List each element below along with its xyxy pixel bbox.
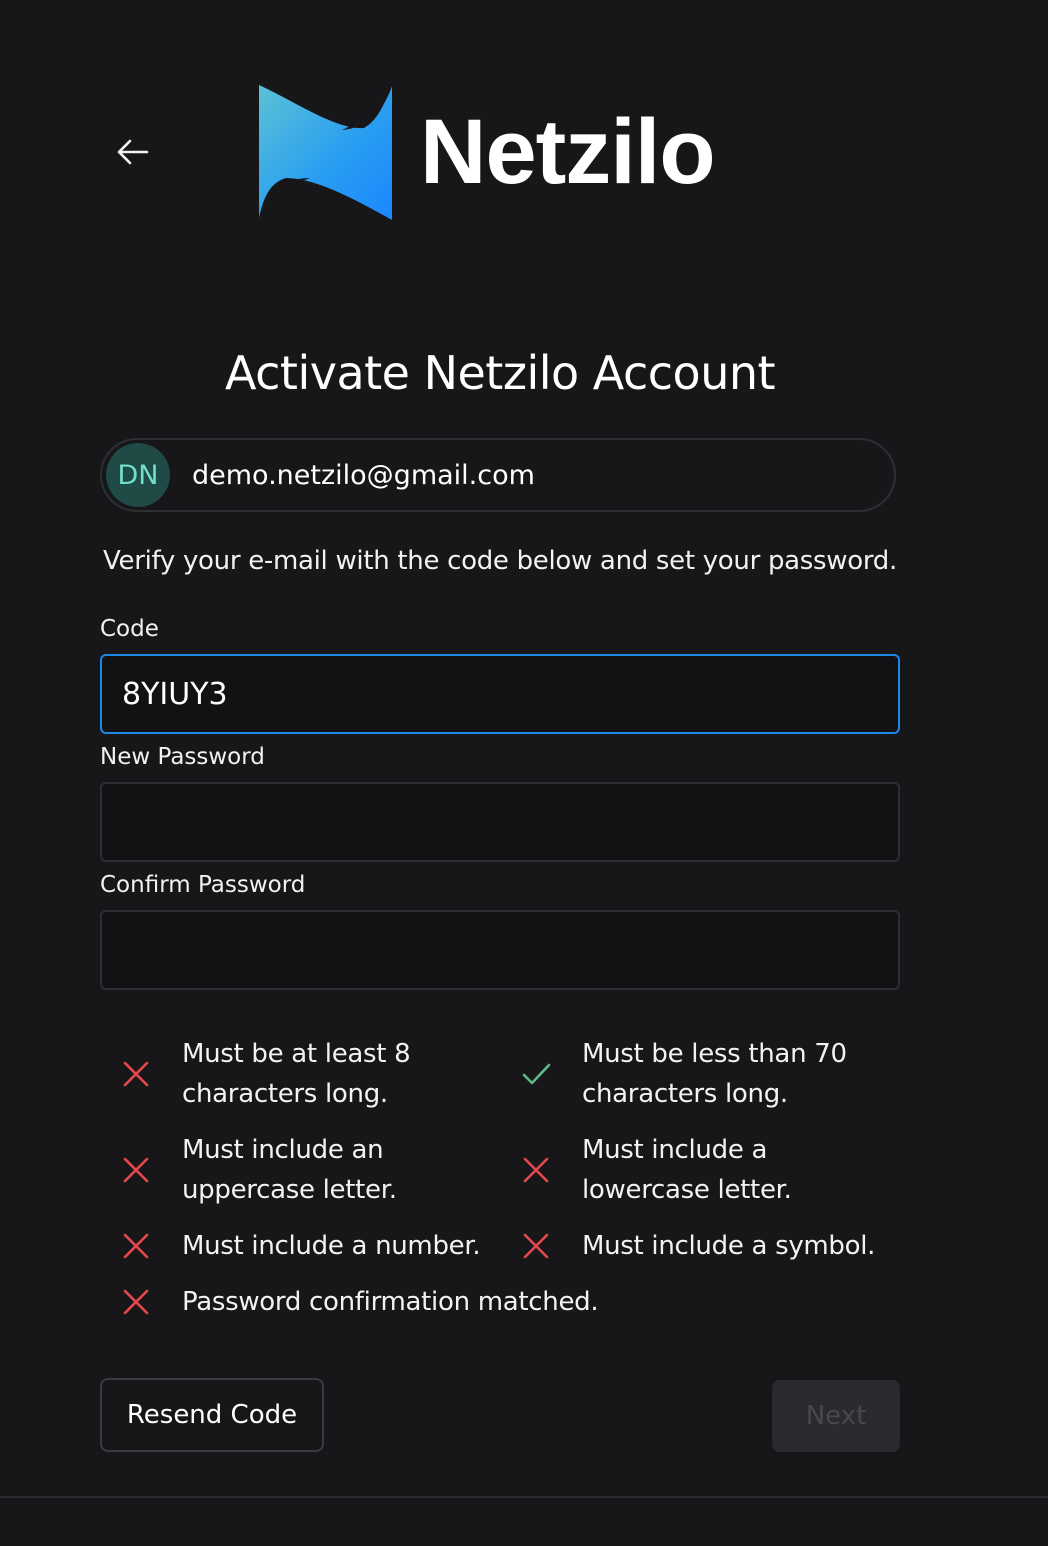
account-email: demo.netzilo@gmail.com xyxy=(192,459,535,491)
netzilo-logo: Netzilo xyxy=(256,82,716,222)
rule-text: Password confirmation matched. xyxy=(182,1287,599,1317)
next-button[interactable]: Next xyxy=(772,1380,900,1452)
rule-text: Must include a number. xyxy=(182,1231,481,1261)
new-password-input[interactable] xyxy=(102,784,898,860)
rule-max-length: Must be less than 70 characters long. xyxy=(510,1034,900,1114)
resend-code-button[interactable]: Resend Code xyxy=(100,1378,324,1452)
logo-wordmark: Netzilo xyxy=(420,101,716,203)
instructions-text: Verify your e-mail with the code below a… xyxy=(103,546,897,576)
x-icon xyxy=(110,1229,162,1263)
rule-text: Must include a symbol. xyxy=(582,1231,876,1261)
netzilo-logo-mark xyxy=(259,85,392,220)
rule-uppercase: Must include an uppercase letter. xyxy=(110,1130,510,1210)
avatar: DN xyxy=(106,443,170,507)
rule-number: Must include a number. xyxy=(110,1226,510,1266)
account-chip: DN demo.netzilo@gmail.com xyxy=(100,438,896,512)
x-icon xyxy=(110,1285,162,1319)
bottom-divider xyxy=(0,1496,1048,1498)
x-icon xyxy=(510,1229,562,1263)
rule-confirmation: Password confirmation matched. xyxy=(110,1282,810,1322)
rule-min-length: Must be at least 8 characters long. xyxy=(110,1034,500,1114)
confirm-password-label: Confirm Password xyxy=(100,872,306,898)
back-button[interactable] xyxy=(108,128,156,176)
new-password-label: New Password xyxy=(100,744,265,770)
rule-symbol: Must include a symbol. xyxy=(510,1226,900,1266)
code-field-box xyxy=(100,654,900,734)
code-label: Code xyxy=(100,616,159,642)
rule-lowercase: Must include a lowercase letter. xyxy=(510,1130,900,1210)
new-password-field-box xyxy=(100,782,900,862)
x-icon xyxy=(110,1153,162,1187)
x-icon xyxy=(110,1057,162,1091)
check-icon xyxy=(510,1057,562,1091)
arrow-left-icon xyxy=(117,139,149,165)
activate-account-page: Netzilo Activate Netzilo Account DN demo… xyxy=(0,0,1048,1546)
x-icon xyxy=(510,1153,562,1187)
rule-text: Must be less than 70 characters long. xyxy=(582,1039,847,1109)
confirm-password-input[interactable] xyxy=(102,912,898,988)
rule-text: Must be at least 8 characters long. xyxy=(182,1039,411,1109)
page-title: Activate Netzilo Account xyxy=(224,346,776,400)
confirm-password-field-box xyxy=(100,910,900,990)
rule-text: Must include an uppercase letter. xyxy=(182,1135,397,1205)
rule-text: Must include a lowercase letter. xyxy=(582,1135,792,1205)
code-input[interactable] xyxy=(102,656,898,732)
